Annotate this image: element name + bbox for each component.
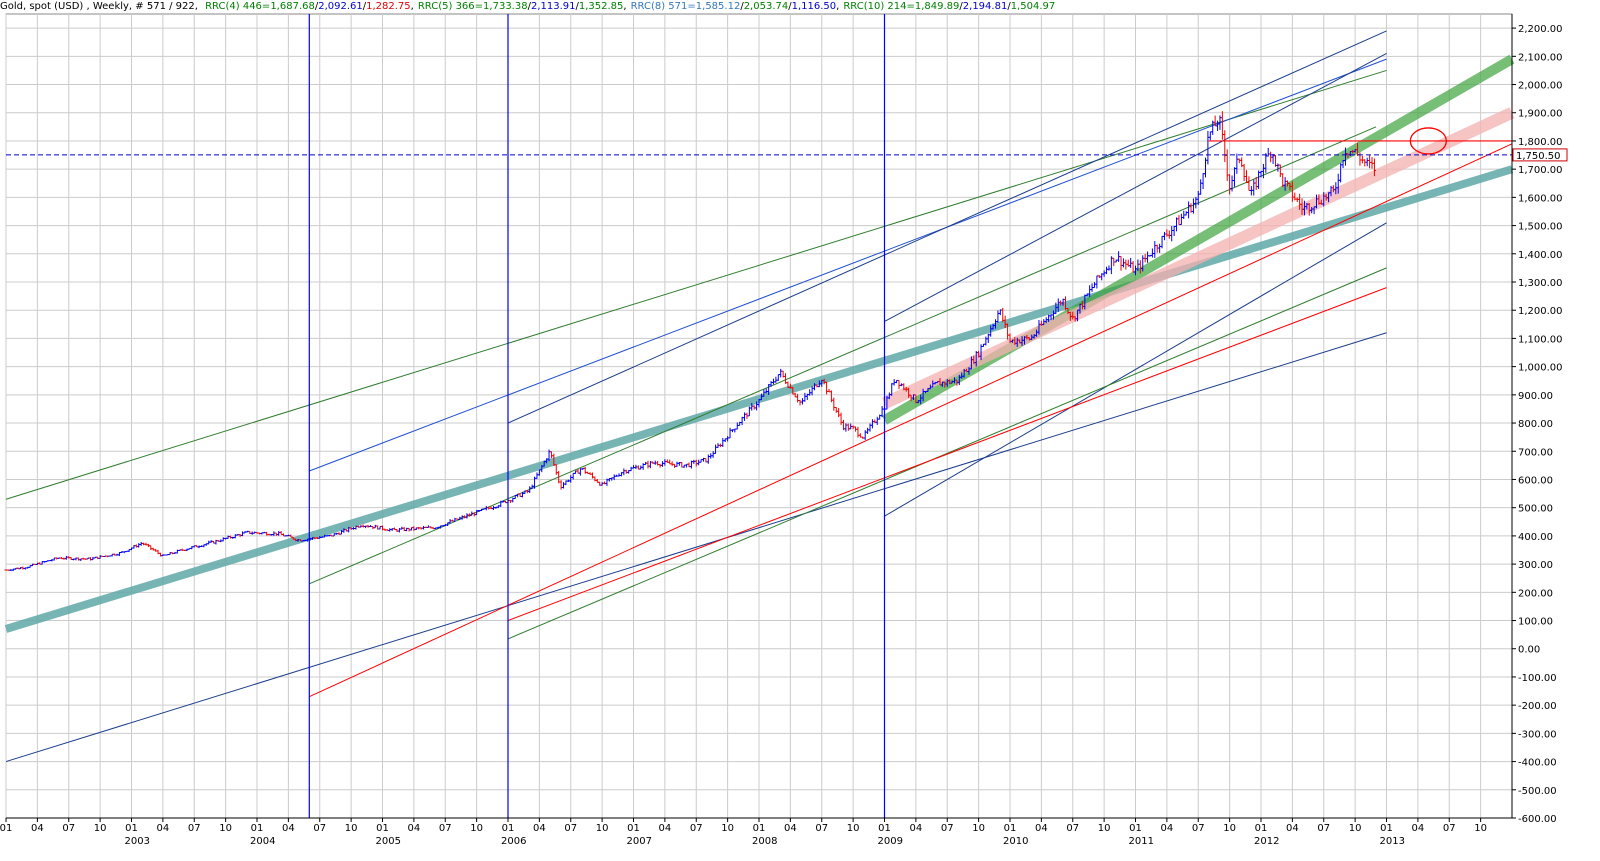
x-tick-label: 07 [62, 823, 75, 834]
x-tick-label: 04 [1035, 823, 1048, 834]
x-tick-label: 10 [345, 823, 358, 834]
y-tick-label: 1,400.00 [1518, 250, 1563, 261]
y-tick-label: 1,100.00 [1518, 334, 1563, 345]
x-tick-label: 04 [784, 823, 797, 834]
year-label: 2009 [878, 836, 903, 847]
y-tick-label: 100.00 [1518, 617, 1553, 628]
x-tick-label: 04 [31, 823, 44, 834]
x-tick-label: 10 [1474, 823, 1487, 834]
x-tick-label: 04 [910, 823, 923, 834]
x-tick-label: 10 [847, 823, 860, 834]
x-tick-label: 07 [1192, 823, 1205, 834]
price-chart[interactable]: 1,750.50 2,200.00 2,100.00 2,000.00 1,900.0… [0, 0, 1600, 861]
y-tick-label: 1,500.00 [1518, 222, 1563, 233]
y-tick-label: 2,000.00 [1518, 81, 1563, 92]
year-label: 2008 [752, 836, 777, 847]
x-tick-label: 07 [1317, 823, 1330, 834]
x-tick-label: 10 [219, 823, 232, 834]
x-tick-label: 07 [941, 823, 954, 834]
y-tick-label: 1,700.00 [1518, 165, 1563, 176]
grid-layer [5, 13, 1513, 819]
x-tick-label: 01 [1129, 823, 1142, 834]
y-tick-label: -100.00 [1518, 673, 1557, 684]
x-tick-label: 10 [1223, 823, 1236, 834]
x-tick-label: 01 [125, 823, 138, 834]
x-tick-label: 01 [1380, 823, 1393, 834]
x-tick-label: 10 [972, 823, 985, 834]
x-tick-label: 07 [188, 823, 201, 834]
x-tick-label: 01 [376, 823, 389, 834]
y-tick-label: -200.00 [1518, 701, 1557, 712]
year-label: 2011 [1129, 836, 1154, 847]
x-tick-label: 10 [470, 823, 483, 834]
y-tick-label: 500.00 [1518, 504, 1553, 515]
x-tick-label: 10 [596, 823, 609, 834]
y-tick-label: 1,000.00 [1518, 363, 1563, 374]
year-label: 2013 [1380, 836, 1405, 847]
year-label: 2006 [501, 836, 526, 847]
year-label: 2012 [1254, 836, 1279, 847]
y-tick-label: 1,900.00 [1518, 109, 1563, 120]
x-tick-label: 07 [439, 823, 452, 834]
x-tick-label: 04 [408, 823, 421, 834]
x-tick-label: 01 [878, 823, 891, 834]
year-label: 2003 [125, 836, 150, 847]
x-tick-label: 07 [815, 823, 828, 834]
x-tick-label: 07 [1066, 823, 1079, 834]
x-tick-label: 07 [1443, 823, 1456, 834]
x-tick-label: 10 [721, 823, 734, 834]
year-label: 2004 [250, 836, 275, 847]
x-tick-label: 04 [533, 823, 546, 834]
x-tick-label: 10 [1349, 823, 1362, 834]
x-tick-label: 04 [659, 823, 672, 834]
y-tick-label: 800.00 [1518, 419, 1553, 430]
x-tick-label: 01 [627, 823, 640, 834]
x-tick-label: 04 [1161, 823, 1174, 834]
y-tick-label: 2,100.00 [1518, 52, 1563, 63]
x-tick-label: 07 [690, 823, 703, 834]
x-tick-label: 07 [564, 823, 577, 834]
x-tick-label: 01 [753, 823, 766, 834]
year-label: 2007 [627, 836, 652, 847]
year-label: 2010 [1003, 836, 1028, 847]
x-tick-label: 10 [1098, 823, 1111, 834]
y-tick-label: 0.00 [1518, 645, 1540, 656]
y-tick-label: 1,300.00 [1518, 278, 1563, 289]
y-tick-label: 1,600.00 [1518, 193, 1563, 204]
y-tick-label: 200.00 [1518, 588, 1553, 599]
y-tick-label: -300.00 [1518, 729, 1557, 740]
y-tick-label: 2,200.00 [1518, 24, 1563, 35]
y-tick-label: -500.00 [1518, 786, 1557, 797]
y-tick-label: 1,200.00 [1518, 306, 1563, 317]
current-price-label: 1,750.50 [1516, 151, 1561, 162]
x-tick-label: 01 [1255, 823, 1268, 834]
y-tick-label: 700.00 [1518, 447, 1553, 458]
x-tick-label: 01 [251, 823, 264, 834]
y-tick-label: 600.00 [1518, 475, 1553, 486]
x-tick-label: 01 [0, 823, 12, 834]
x-tick-label: 10 [94, 823, 107, 834]
x-tick-label: 04 [1286, 823, 1299, 834]
year-label: 2005 [376, 836, 401, 847]
x-tick-label: 04 [157, 823, 170, 834]
y-tick-label: 1,800.00 [1518, 137, 1563, 148]
y-tick-label: 400.00 [1518, 532, 1553, 543]
y-tick-label: -600.00 [1518, 814, 1557, 825]
x-tick-label: 01 [1004, 823, 1017, 834]
y-tick-label: 300.00 [1518, 560, 1553, 571]
y-tick-label: -400.00 [1518, 758, 1557, 769]
x-tick-label: 07 [313, 823, 326, 834]
x-tick-label: 04 [282, 823, 295, 834]
y-tick-label: 900.00 [1518, 391, 1553, 402]
x-tick-label: 04 [1412, 823, 1425, 834]
x-tick-label: 01 [502, 823, 515, 834]
